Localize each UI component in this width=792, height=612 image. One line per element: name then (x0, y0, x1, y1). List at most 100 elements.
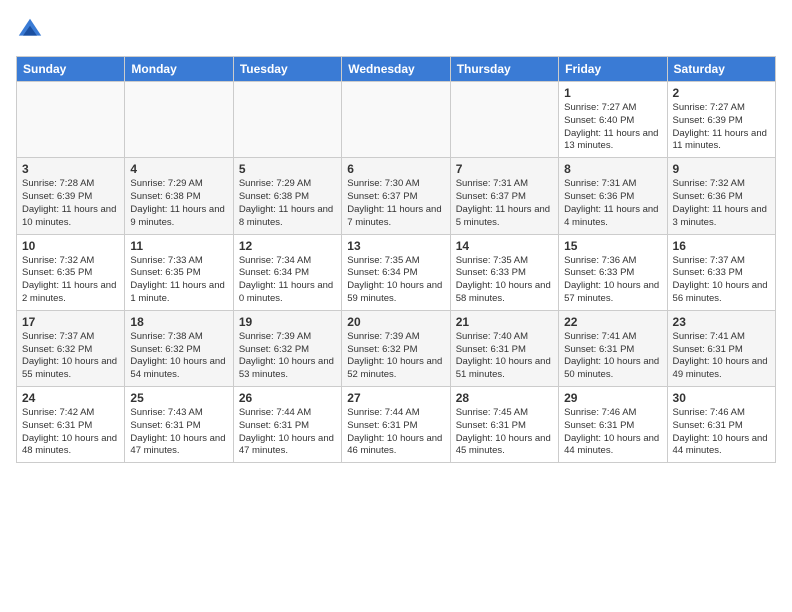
calendar-day-cell (450, 82, 558, 158)
day-info: Sunrise: 7:41 AM Sunset: 6:31 PM Dayligh… (564, 331, 661, 382)
calendar-day-cell: 23 Sunrise: 7:41 AM Sunset: 6:31 PM Dayli… (667, 310, 775, 386)
calendar-day-cell: 9Sunrise: 7:32 AM Sunset: 6:36 PM Daylig… (667, 158, 775, 234)
calendar-day-cell: 7 Sunrise: 7:31 AM Sunset: 6:37 PM Daylig… (450, 158, 558, 234)
calendar-col-header: Monday (125, 57, 233, 82)
day-number: 18 (130, 315, 227, 329)
day-info: Sunrise: 7:36 AM Sunset: 6:33 PM Dayligh… (564, 255, 661, 306)
logo-icon (16, 16, 44, 44)
calendar-day-cell: 14 Sunrise: 7:35 AM Sunset: 6:33 PM Dayli… (450, 234, 558, 310)
day-number: 9 (673, 162, 770, 176)
day-info: Sunrise: 7:28 AM Sunset: 6:39 PM Dayligh… (22, 178, 119, 229)
day-number: 23 (673, 315, 770, 329)
day-info: Sunrise: 7:45 AM Sunset: 6:31 PM Dayligh… (456, 407, 553, 458)
calendar-day-cell: 21 Sunrise: 7:40 AM Sunset: 6:31 PM Dayli… (450, 310, 558, 386)
day-info: Sunrise: 7:42 AM Sunset: 6:31 PM Dayligh… (22, 407, 119, 458)
day-number: 22 (564, 315, 661, 329)
day-info: Sunrise: 7:37 AM Sunset: 6:33 PM Dayligh… (673, 255, 770, 306)
calendar-day-cell: 30Sunrise: 7:46 AM Sunset: 6:31 PM Dayli… (667, 387, 775, 463)
day-info: Sunrise: 7:35 AM Sunset: 6:33 PM Dayligh… (456, 255, 553, 306)
calendar-day-cell: 27 Sunrise: 7:44 AM Sunset: 6:31 PM Dayli… (342, 387, 450, 463)
calendar-day-cell: 5 Sunrise: 7:29 AM Sunset: 6:38 PM Daylig… (233, 158, 341, 234)
calendar-day-cell (342, 82, 450, 158)
day-info: Sunrise: 7:31 AM Sunset: 6:36 PM Dayligh… (564, 178, 661, 229)
day-number: 10 (22, 239, 119, 253)
calendar-col-header: Tuesday (233, 57, 341, 82)
calendar-day-cell: 18 Sunrise: 7:38 AM Sunset: 6:32 PM Dayli… (125, 310, 233, 386)
day-info: Sunrise: 7:38 AM Sunset: 6:32 PM Dayligh… (130, 331, 227, 382)
calendar-day-cell (233, 82, 341, 158)
day-info: Sunrise: 7:33 AM Sunset: 6:35 PM Dayligh… (130, 255, 227, 306)
day-number: 24 (22, 391, 119, 405)
calendar-day-cell: 19Sunrise: 7:39 AM Sunset: 6:32 PM Dayli… (233, 310, 341, 386)
day-info: Sunrise: 7:40 AM Sunset: 6:31 PM Dayligh… (456, 331, 553, 382)
day-number: 11 (130, 239, 227, 253)
calendar-col-header: Wednesday (342, 57, 450, 82)
day-info: Sunrise: 7:27 AM Sunset: 6:39 PM Dayligh… (673, 102, 770, 153)
day-info: Sunrise: 7:41 AM Sunset: 6:31 PM Dayligh… (673, 331, 770, 382)
calendar-week-row: 10 Sunrise: 7:32 AM Sunset: 6:35 PM Dayli… (17, 234, 776, 310)
calendar-day-cell: 28 Sunrise: 7:45 AM Sunset: 6:31 PM Dayli… (450, 387, 558, 463)
calendar-day-cell: 4 Sunrise: 7:29 AM Sunset: 6:38 PM Daylig… (125, 158, 233, 234)
day-info: Sunrise: 7:29 AM Sunset: 6:38 PM Dayligh… (130, 178, 227, 229)
calendar-day-cell: 12 Sunrise: 7:34 AM Sunset: 6:34 PM Dayli… (233, 234, 341, 310)
day-number: 4 (130, 162, 227, 176)
calendar-day-cell: 15 Sunrise: 7:36 AM Sunset: 6:33 PM Dayli… (559, 234, 667, 310)
day-number: 21 (456, 315, 553, 329)
calendar-header-row: SundayMondayTuesdayWednesdayThursdayFrid… (17, 57, 776, 82)
calendar-day-cell: 26 Sunrise: 7:44 AM Sunset: 6:31 PM Dayli… (233, 387, 341, 463)
calendar-day-cell: 17 Sunrise: 7:37 AM Sunset: 6:32 PM Dayli… (17, 310, 125, 386)
calendar-day-cell: 25 Sunrise: 7:43 AM Sunset: 6:31 PM Dayli… (125, 387, 233, 463)
calendar-week-row: 3Sunrise: 7:28 AM Sunset: 6:39 PM Daylig… (17, 158, 776, 234)
day-info: Sunrise: 7:31 AM Sunset: 6:37 PM Dayligh… (456, 178, 553, 229)
calendar-col-header: Friday (559, 57, 667, 82)
calendar-day-cell: 11 Sunrise: 7:33 AM Sunset: 6:35 PM Dayli… (125, 234, 233, 310)
day-info: Sunrise: 7:32 AM Sunset: 6:35 PM Dayligh… (22, 255, 119, 306)
calendar-col-header: Saturday (667, 57, 775, 82)
day-number: 16 (673, 239, 770, 253)
calendar-day-cell: 22 Sunrise: 7:41 AM Sunset: 6:31 PM Dayli… (559, 310, 667, 386)
day-number: 30 (673, 391, 770, 405)
day-number: 29 (564, 391, 661, 405)
day-info: Sunrise: 7:39 AM Sunset: 6:32 PM Dayligh… (239, 331, 336, 382)
logo (16, 16, 48, 44)
day-info: Sunrise: 7:30 AM Sunset: 6:37 PM Dayligh… (347, 178, 444, 229)
calendar-day-cell: 3Sunrise: 7:28 AM Sunset: 6:39 PM Daylig… (17, 158, 125, 234)
day-info: Sunrise: 7:46 AM Sunset: 6:31 PM Dayligh… (564, 407, 661, 458)
day-number: 28 (456, 391, 553, 405)
calendar-day-cell: 20Sunrise: 7:39 AM Sunset: 6:32 PM Dayli… (342, 310, 450, 386)
calendar-day-cell: 16 Sunrise: 7:37 AM Sunset: 6:33 PM Dayli… (667, 234, 775, 310)
calendar-day-cell: 8 Sunrise: 7:31 AM Sunset: 6:36 PM Daylig… (559, 158, 667, 234)
calendar-day-cell: 10 Sunrise: 7:32 AM Sunset: 6:35 PM Dayli… (17, 234, 125, 310)
page-header (16, 16, 776, 44)
day-info: Sunrise: 7:27 AM Sunset: 6:40 PM Dayligh… (564, 102, 661, 153)
day-number: 14 (456, 239, 553, 253)
day-number: 26 (239, 391, 336, 405)
day-info: Sunrise: 7:44 AM Sunset: 6:31 PM Dayligh… (347, 407, 444, 458)
day-number: 25 (130, 391, 227, 405)
calendar-col-header: Sunday (17, 57, 125, 82)
day-number: 15 (564, 239, 661, 253)
day-number: 27 (347, 391, 444, 405)
calendar-day-cell (125, 82, 233, 158)
calendar-week-row: 1Sunrise: 7:27 AM Sunset: 6:40 PM Daylig… (17, 82, 776, 158)
day-info: Sunrise: 7:44 AM Sunset: 6:31 PM Dayligh… (239, 407, 336, 458)
day-number: 17 (22, 315, 119, 329)
day-number: 6 (347, 162, 444, 176)
calendar-week-row: 17 Sunrise: 7:37 AM Sunset: 6:32 PM Dayli… (17, 310, 776, 386)
day-info: Sunrise: 7:39 AM Sunset: 6:32 PM Dayligh… (347, 331, 444, 382)
day-number: 12 (239, 239, 336, 253)
day-number: 7 (456, 162, 553, 176)
day-info: Sunrise: 7:43 AM Sunset: 6:31 PM Dayligh… (130, 407, 227, 458)
day-info: Sunrise: 7:29 AM Sunset: 6:38 PM Dayligh… (239, 178, 336, 229)
day-info: Sunrise: 7:34 AM Sunset: 6:34 PM Dayligh… (239, 255, 336, 306)
calendar-day-cell: 13Sunrise: 7:35 AM Sunset: 6:34 PM Dayli… (342, 234, 450, 310)
calendar-day-cell (17, 82, 125, 158)
calendar-day-cell: 6 Sunrise: 7:30 AM Sunset: 6:37 PM Daylig… (342, 158, 450, 234)
day-number: 2 (673, 86, 770, 100)
calendar-day-cell: 29 Sunrise: 7:46 AM Sunset: 6:31 PM Dayli… (559, 387, 667, 463)
day-number: 5 (239, 162, 336, 176)
calendar-table: SundayMondayTuesdayWednesdayThursdayFrid… (16, 56, 776, 463)
day-info: Sunrise: 7:37 AM Sunset: 6:32 PM Dayligh… (22, 331, 119, 382)
day-number: 8 (564, 162, 661, 176)
calendar-week-row: 24 Sunrise: 7:42 AM Sunset: 6:31 PM Dayli… (17, 387, 776, 463)
